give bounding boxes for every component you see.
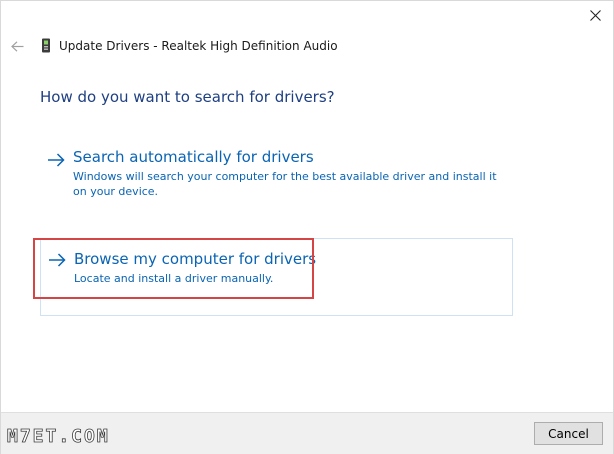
cancel-button[interactable]: Cancel <box>534 422 603 445</box>
right-arrow-icon <box>48 252 66 267</box>
close-icon <box>589 9 601 21</box>
watermark-logo: M7ET.COM <box>7 426 110 448</box>
browse-computer-option[interactable]: Browse my computer for drivers Locate an… <box>40 238 513 316</box>
search-automatically-description: Windows will search your computer for th… <box>73 170 497 198</box>
search-automatically-title: Search automatically for drivers <box>73 148 314 166</box>
browse-computer-description: Locate and install a driver manually. <box>74 272 274 285</box>
update-drivers-dialog: Update Drivers - Realtek High Definition… <box>0 0 614 454</box>
right-arrow-icon <box>47 152 65 167</box>
audio-device-icon <box>41 38 51 54</box>
search-automatically-option[interactable]: Search automatically for drivers Windows… <box>40 142 513 208</box>
dialog-title: Update Drivers - Realtek High Definition… <box>59 39 338 53</box>
back-arrow-icon <box>10 40 23 52</box>
browse-computer-title: Browse my computer for drivers <box>74 250 317 268</box>
page-heading: How do you want to search for drivers? <box>40 88 335 106</box>
dialog-header: Update Drivers - Realtek High Definition… <box>1 35 613 57</box>
back-button[interactable] <box>9 38 25 54</box>
close-button[interactable] <box>581 3 609 27</box>
